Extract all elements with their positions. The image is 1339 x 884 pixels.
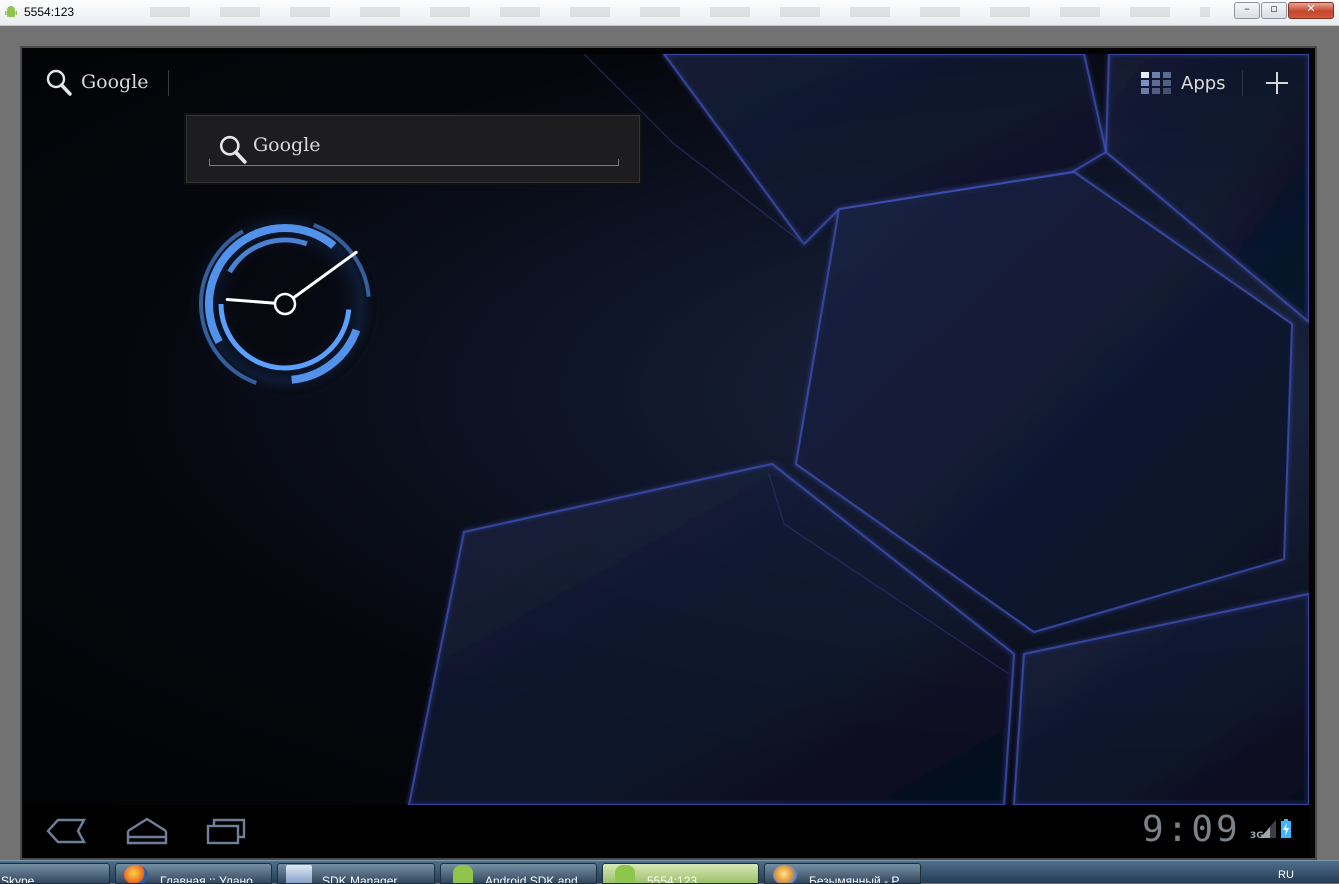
apps-divider — [1242, 70, 1243, 96]
paint-icon — [773, 865, 797, 883]
taskbar-item-paint[interactable]: Безымянный - P... — [764, 863, 921, 884]
android-icon — [453, 865, 473, 883]
search-icon — [46, 69, 72, 96]
android-icon — [615, 865, 635, 883]
window-titlebar[interactable]: 5554:123 – ▫ ✕ — [0, 0, 1339, 26]
apps-button[interactable]: Apps — [1141, 70, 1226, 96]
windows-taskbar: Skype Главная :: Улано... SDK Manager An… — [0, 860, 1339, 884]
apps-grid-icon — [1141, 72, 1171, 94]
add-widget-icon[interactable] — [1264, 70, 1290, 96]
sdk-manager-icon — [286, 865, 312, 883]
recent-apps-icon[interactable] — [206, 817, 246, 845]
google-search-widget[interactable]: Google — [186, 115, 640, 183]
titlebar-ghost-overlay — [150, 7, 1210, 17]
system-clock: 9:09 — [1142, 809, 1241, 850]
analog-clock-widget[interactable] — [187, 206, 383, 402]
back-icon[interactable] — [46, 817, 86, 845]
home-icon[interactable] — [126, 817, 168, 845]
window-title: 5554:123 — [24, 5, 75, 19]
android-home-screen[interactable]: Google Apps Google — [24, 54, 1309, 805]
taskbar-item-android-sdk[interactable]: Android SDK and ... — [440, 863, 597, 884]
search-widget-label: Google — [253, 134, 321, 156]
taskbar-item-skype[interactable]: Skype — [0, 863, 110, 884]
signal-strength-icon — [1260, 820, 1276, 838]
system-bar: 9:09 3G — [24, 805, 1309, 857]
search-icon — [219, 135, 247, 164]
maximize-button[interactable]: ▫ — [1261, 2, 1287, 19]
android-icon — [5, 6, 17, 17]
top-google-search[interactable]: Google — [46, 68, 149, 96]
taskbar-item-firefox[interactable]: Главная :: Улано... — [115, 863, 272, 884]
maximize-icon: ▫ — [1270, 2, 1278, 15]
minimize-button[interactable]: – — [1234, 2, 1260, 19]
search-widget-field[interactable]: Google — [209, 130, 619, 166]
close-button[interactable]: ✕ — [1288, 2, 1334, 19]
clock-center — [273, 292, 297, 316]
minimize-icon: – — [1244, 2, 1250, 15]
top-divider — [168, 70, 169, 96]
firefox-icon — [124, 865, 148, 883]
taskbar-item-emulator[interactable]: 5554:123 — [602, 863, 759, 884]
top-search-label: Google — [81, 71, 149, 93]
battery-charging-icon — [1281, 819, 1291, 838]
input-language-indicator[interactable]: RU — [1278, 869, 1294, 881]
taskbar-item-sdk-manager[interactable]: SDK Manager — [277, 863, 435, 884]
close-icon: ✕ — [1306, 2, 1316, 15]
apps-label: Apps — [1181, 72, 1226, 94]
